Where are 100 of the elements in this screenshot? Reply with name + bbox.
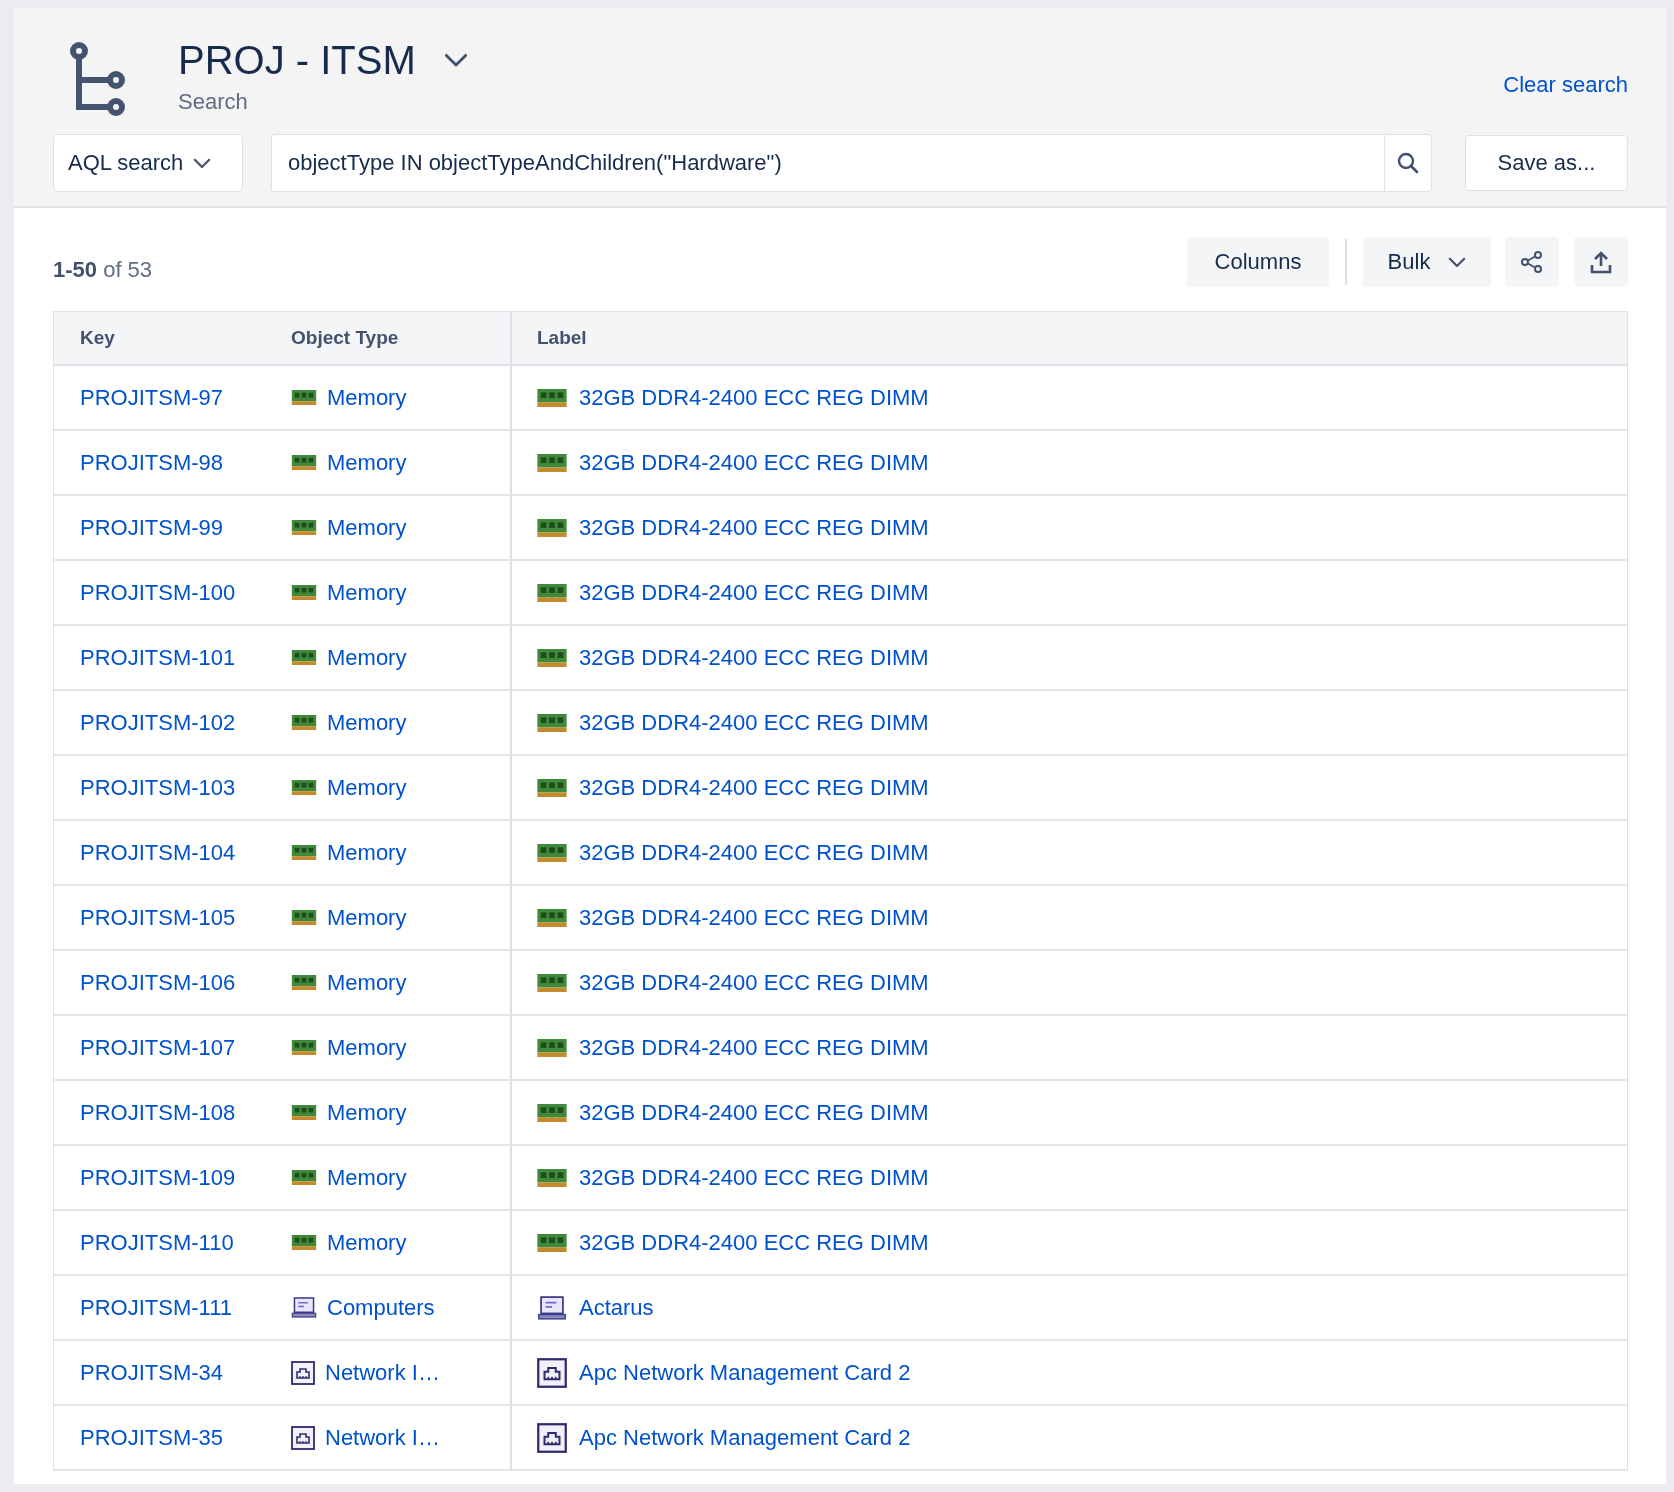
- object-type-link[interactable]: Network I…: [325, 1424, 440, 1451]
- object-label-link[interactable]: Apc Network Management Card 2: [579, 1424, 911, 1451]
- memory-chip-icon: [291, 455, 317, 470]
- search-button[interactable]: [1384, 134, 1432, 192]
- bulk-button[interactable]: Bulk: [1363, 237, 1491, 287]
- chevron-down-icon: [1448, 256, 1467, 268]
- object-key-link[interactable]: PROJITSM-104: [80, 839, 236, 866]
- query-field[interactable]: objectType IN objectTypeAndChildren("Hardware"): [271, 134, 1384, 192]
- memory-chip-icon: [537, 908, 567, 927]
- memory-chip-icon: [537, 583, 567, 602]
- object-type-link[interactable]: Memory: [327, 1034, 407, 1061]
- network-port-icon: [537, 1422, 567, 1453]
- object-label-link[interactable]: 32GB DDR4-2400 ECC REG DIMM: [579, 1034, 929, 1061]
- object-type-link[interactable]: Memory: [327, 384, 407, 411]
- object-key-link[interactable]: PROJITSM-101: [80, 644, 236, 671]
- memory-chip-icon: [537, 1168, 567, 1187]
- object-key-link[interactable]: PROJITSM-109: [80, 1164, 236, 1191]
- object-type-link[interactable]: Memory: [327, 579, 407, 606]
- object-label-link[interactable]: Actarus: [579, 1294, 654, 1321]
- chevron-down-icon: [443, 53, 468, 68]
- memory-chip-icon: [537, 1038, 567, 1057]
- memory-chip-icon: [537, 973, 567, 992]
- object-type-link[interactable]: Memory: [327, 839, 407, 866]
- object-type-link[interactable]: Memory: [327, 644, 407, 671]
- memory-chip-icon: [537, 713, 567, 732]
- object-type-link[interactable]: Memory: [327, 774, 407, 801]
- object-key-link[interactable]: PROJITSM-108: [80, 1099, 236, 1126]
- memory-chip-icon: [291, 650, 317, 665]
- object-label-link[interactable]: 32GB DDR4-2400 ECC REG DIMM: [579, 1229, 929, 1256]
- network-port-icon: [291, 1425, 315, 1450]
- save-as-button[interactable]: Save as...: [1465, 135, 1628, 191]
- object-label-link[interactable]: 32GB DDR4-2400 ECC REG DIMM: [579, 969, 929, 996]
- memory-chip-icon: [537, 453, 567, 472]
- object-key-link[interactable]: PROJITSM-100: [80, 579, 236, 606]
- columns-button[interactable]: Columns: [1187, 237, 1329, 287]
- object-label-link[interactable]: Apc Network Management Card 2: [579, 1359, 911, 1386]
- object-type-link[interactable]: Memory: [327, 449, 407, 476]
- object-type-link[interactable]: Memory: [327, 969, 407, 996]
- memory-chip-icon: [291, 780, 317, 795]
- memory-chip-icon: [537, 648, 567, 667]
- memory-chip-icon: [291, 1040, 317, 1055]
- object-label-link[interactable]: 32GB DDR4-2400 ECC REG DIMM: [579, 514, 929, 541]
- object-key-link[interactable]: PROJITSM-106: [80, 969, 236, 996]
- column-header: Key: [54, 312, 282, 366]
- memory-chip-icon: [291, 585, 317, 600]
- object-type-link[interactable]: Computers: [327, 1294, 435, 1321]
- object-label-link[interactable]: 32GB DDR4-2400 ECC REG DIMM: [579, 449, 929, 476]
- object-type-link[interactable]: Memory: [327, 904, 407, 931]
- object-label-link[interactable]: 32GB DDR4-2400 ECC REG DIMM: [579, 1164, 929, 1191]
- object-type-link[interactable]: Memory: [327, 514, 407, 541]
- object-type-link[interactable]: Memory: [327, 1229, 407, 1256]
- object-key-link[interactable]: PROJITSM-107: [80, 1034, 236, 1061]
- object-type-link[interactable]: Memory: [327, 709, 407, 736]
- object-key-link[interactable]: PROJITSM-98: [80, 449, 224, 476]
- memory-chip-icon: [291, 845, 317, 860]
- laptop-icon: [291, 1297, 317, 1318]
- export-button[interactable]: [1574, 237, 1628, 287]
- search-mode-dropdown[interactable]: AQL search: [53, 134, 243, 192]
- memory-chip-icon: [291, 1170, 317, 1185]
- project-title: PROJ - ITSM: [178, 38, 416, 83]
- object-label-link[interactable]: 32GB DDR4-2400 ECC REG DIMM: [579, 839, 929, 866]
- object-type-link[interactable]: Memory: [327, 1099, 407, 1126]
- object-label-link[interactable]: 32GB DDR4-2400 ECC REG DIMM: [579, 904, 929, 931]
- memory-chip-icon: [291, 975, 317, 990]
- network-port-icon: [537, 1357, 567, 1388]
- object-key-link[interactable]: PROJITSM-105: [80, 904, 236, 931]
- object-key-link[interactable]: PROJITSM-97: [80, 384, 224, 411]
- object-key-link[interactable]: PROJITSM-103: [80, 774, 236, 801]
- object-label-link[interactable]: 32GB DDR4-2400 ECC REG DIMM: [579, 384, 929, 411]
- memory-chip-icon: [537, 1233, 567, 1252]
- memory-chip-icon: [291, 390, 317, 405]
- object-label-link[interactable]: 32GB DDR4-2400 ECC REG DIMM: [579, 709, 929, 736]
- memory-chip-icon: [291, 1235, 317, 1250]
- object-type-link[interactable]: Network I…: [325, 1359, 440, 1386]
- object-label-link[interactable]: 32GB DDR4-2400 ECC REG DIMM: [579, 579, 929, 606]
- page-subtitle: Search: [178, 89, 249, 115]
- memory-chip-icon: [537, 778, 567, 797]
- network-port-icon: [291, 1360, 315, 1385]
- object-key-link[interactable]: PROJITSM-102: [80, 709, 236, 736]
- memory-chip-icon: [537, 843, 567, 862]
- object-label-link[interactable]: 32GB DDR4-2400 ECC REG DIMM: [579, 1099, 929, 1126]
- memory-chip-icon: [537, 388, 567, 407]
- search-icon: [1396, 151, 1420, 175]
- memory-chip-icon: [537, 518, 567, 537]
- clear-search-link[interactable]: Clear search: [1503, 72, 1628, 98]
- memory-chip-icon: [291, 1105, 317, 1120]
- project-dropdown-button[interactable]: [443, 53, 468, 68]
- object-type-link[interactable]: Memory: [327, 1164, 407, 1191]
- object-key-link[interactable]: PROJITSM-35: [80, 1424, 224, 1451]
- share-icon: [1520, 250, 1544, 274]
- memory-chip-icon: [291, 520, 317, 535]
- object-key-link[interactable]: PROJITSM-34: [80, 1359, 224, 1386]
- object-key-link[interactable]: PROJITSM-111: [80, 1294, 232, 1321]
- object-key-link[interactable]: PROJITSM-110: [80, 1229, 234, 1256]
- share-button[interactable]: [1505, 237, 1559, 287]
- column-header: Label: [512, 312, 1627, 366]
- memory-chip-icon: [291, 715, 317, 730]
- object-key-link[interactable]: PROJITSM-99: [80, 514, 224, 541]
- object-label-link[interactable]: 32GB DDR4-2400 ECC REG DIMM: [579, 774, 929, 801]
- object-label-link[interactable]: 32GB DDR4-2400 ECC REG DIMM: [579, 644, 929, 671]
